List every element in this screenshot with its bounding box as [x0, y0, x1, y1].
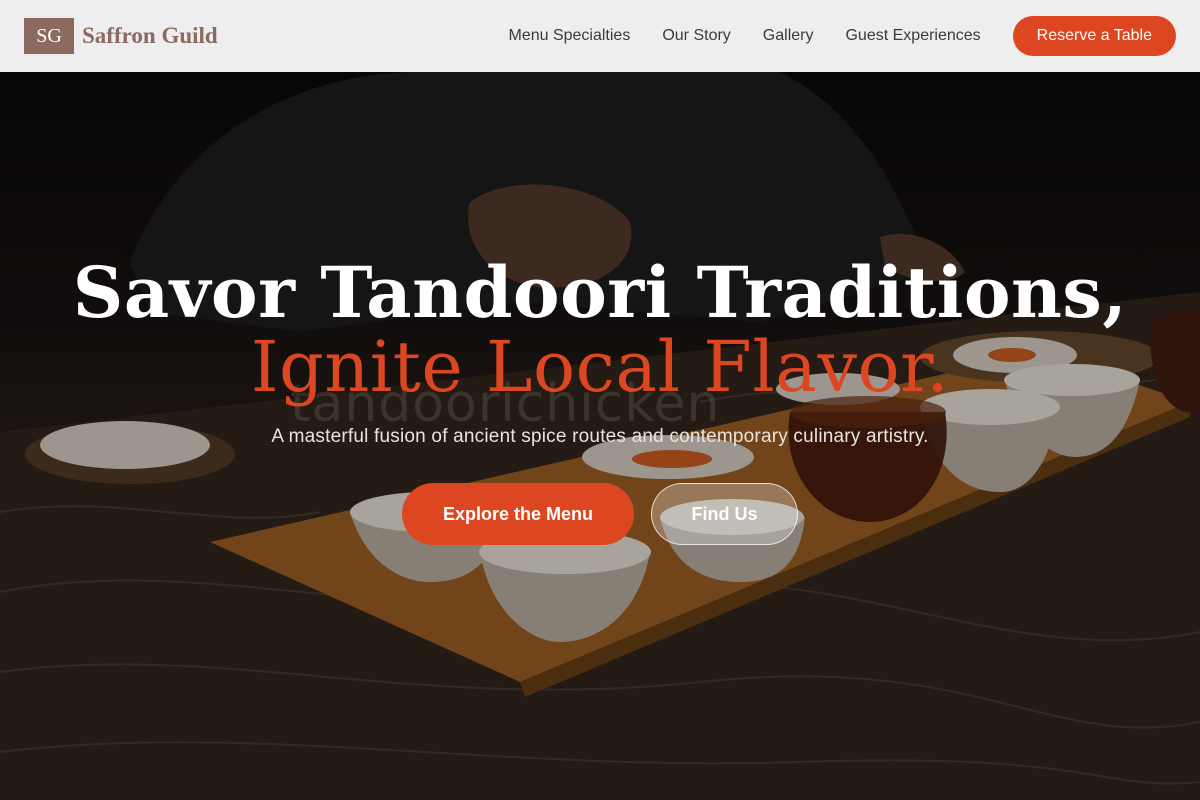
- nav-link-menu-specialties[interactable]: Menu Specialties: [508, 27, 630, 45]
- hero-subtitle: A masterful fusion of ancient spice rout…: [271, 426, 929, 447]
- site-header: SG Saffron Guild Menu Specialties Our St…: [0, 0, 1200, 72]
- nav-link-gallery[interactable]: Gallery: [763, 27, 814, 45]
- hero-headline-line-2: Ignite Local Flavor.: [250, 326, 950, 408]
- nav-link-guest-experiences[interactable]: Guest Experiences: [845, 27, 980, 45]
- brand-name: Saffron Guild: [82, 23, 218, 48]
- reserve-table-button[interactable]: Reserve a Table: [1012, 16, 1176, 56]
- main-nav: Menu Specialties Our Story Gallery Guest…: [508, 16, 1176, 56]
- explore-menu-button[interactable]: Explore the Menu: [402, 483, 634, 545]
- hero-headline-line-1: Savor Tandoori Traditions,: [72, 251, 1128, 334]
- find-us-button[interactable]: Find Us: [651, 483, 798, 545]
- hero-cta-row: Explore the Menu Find Us: [0, 483, 1200, 545]
- logo-mark: SG: [24, 18, 74, 54]
- nav-link-our-story[interactable]: Our Story: [662, 27, 730, 45]
- hero-section: tandoorichicken Savor Tandoori Tradition…: [0, 72, 1200, 800]
- brand[interactable]: SG Saffron Guild: [24, 18, 218, 54]
